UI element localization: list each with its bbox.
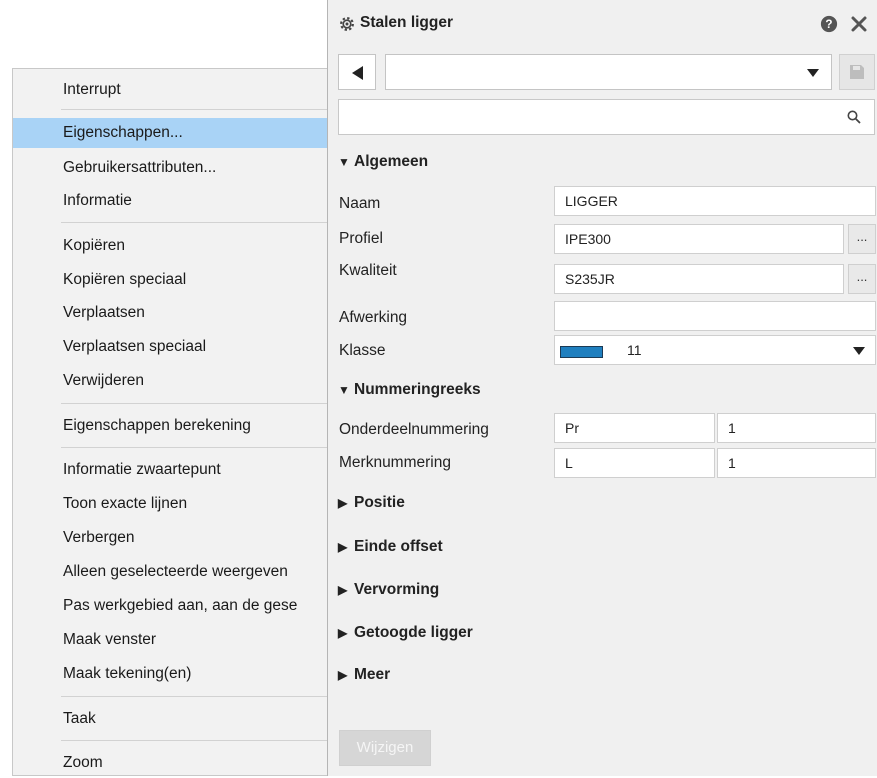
onderdeelnummering-label: Onderdeelnummering — [339, 421, 489, 438]
menu-item-interrupt[interactable]: Interrupt — [13, 75, 341, 105]
menu-separator — [61, 696, 341, 697]
properties-panel: Stalen ligger ? ▼ Algemeen Naam LIGGER P… — [327, 0, 877, 776]
search-field[interactable] — [338, 99, 875, 135]
search-input[interactable] — [345, 106, 839, 130]
apply-button[interactable]: Wijzigen — [339, 730, 431, 766]
klasse-label: Klasse — [339, 342, 386, 359]
section-positie[interactable]: ▶ Positie — [338, 491, 405, 515]
svg-text:?: ? — [825, 18, 832, 31]
menu-separator — [61, 222, 341, 223]
expanded-triangle-icon: ▼ — [338, 155, 350, 169]
help-icon[interactable]: ? — [820, 15, 838, 33]
menu-item-verwijderen[interactable]: Verwijderen — [13, 366, 341, 396]
panel-title: Stalen ligger — [360, 14, 454, 31]
section-label: Algemeen — [354, 153, 429, 170]
onderdeelnummering-start-field[interactable]: 1 — [717, 413, 876, 443]
menu-item-verbergen[interactable]: Verbergen — [13, 523, 341, 553]
section-label: Positie — [354, 494, 405, 511]
merknummering-label: Merknummering — [339, 454, 451, 471]
profiel-field[interactable]: IPE300 — [554, 224, 844, 254]
menu-item-toon-exacte-lijnen[interactable]: Toon exacte lijnen — [13, 489, 341, 519]
merknummering-start-field[interactable]: 1 — [717, 448, 876, 478]
section-einde-offset[interactable]: ▶ Einde offset — [338, 535, 443, 559]
klasse-color-swatch — [560, 346, 603, 358]
menu-item-eigenschappen[interactable]: Eigenschappen... — [13, 118, 341, 148]
menu-separator — [61, 109, 341, 110]
section-label: Meer — [354, 666, 391, 683]
menu-item-gebruikersattributen[interactable]: Gebruikersattributen... — [13, 153, 341, 183]
onderdeelnummering-prefix-field[interactable]: Pr — [554, 413, 715, 443]
naam-field[interactable]: LIGGER — [554, 186, 876, 216]
save-icon — [850, 65, 864, 79]
menu-separator — [61, 740, 341, 741]
menu-separator — [61, 447, 341, 448]
collapsed-triangle-icon: ▶ — [338, 583, 348, 597]
section-label: Einde offset — [354, 538, 443, 555]
close-icon[interactable] — [849, 14, 869, 34]
menu-item-informatie[interactable]: Informatie — [13, 186, 341, 216]
arrow-left-icon — [352, 66, 363, 80]
save-preset-button[interactable] — [839, 54, 875, 90]
chevron-down-icon — [853, 347, 865, 355]
naam-label: Naam — [339, 195, 381, 212]
menu-item-kopieren[interactable]: Kopiëren — [13, 231, 341, 261]
merknummering-prefix-field[interactable]: L — [554, 448, 715, 478]
menu-item-kopieren-speciaal[interactable]: Kopiëren speciaal — [13, 265, 341, 295]
search-icon — [847, 110, 861, 124]
afwerking-label: Afwerking — [339, 309, 408, 326]
section-label: Vervorming — [354, 581, 440, 598]
menu-item-verplaatsen[interactable]: Verplaatsen — [13, 298, 341, 328]
expanded-triangle-icon: ▼ — [338, 383, 350, 397]
menu-item-taak[interactable]: Taak — [13, 704, 341, 734]
klasse-dropdown[interactable]: 11 — [554, 335, 876, 365]
section-label: Nummeringreeks — [354, 381, 481, 398]
gear-icon — [340, 17, 354, 31]
menu-item-zoom[interactable]: Zoom — [13, 748, 341, 778]
menu-item-eigenschappen-berekening[interactable]: Eigenschappen berekening — [13, 411, 341, 441]
menu-item-verplaatsen-speciaal[interactable]: Verplaatsen speciaal — [13, 332, 341, 362]
section-getoogde-ligger[interactable]: ▶ Getoogde ligger — [338, 621, 473, 645]
klasse-value: 11 — [627, 342, 642, 358]
profiel-label: Profiel — [339, 230, 383, 247]
collapsed-triangle-icon: ▶ — [338, 496, 348, 510]
chevron-down-icon — [807, 69, 819, 77]
afwerking-field[interactable] — [554, 301, 876, 331]
menu-item-pas-werkgebied-aan[interactable]: Pas werkgebied aan, aan de gese — [13, 591, 341, 621]
collapsed-triangle-icon: ▶ — [338, 626, 348, 640]
context-menu: Interrupt Eigenschappen... Gebruikersatt… — [12, 68, 342, 776]
section-vervorming[interactable]: ▶ Vervorming — [338, 578, 439, 602]
collapsed-triangle-icon: ▶ — [338, 668, 348, 682]
section-label: Getoogde ligger — [354, 624, 473, 641]
menu-item-alleen-geselecteerde[interactable]: Alleen geselecteerde weergeven — [13, 557, 341, 587]
kwaliteit-field[interactable]: S235JR — [554, 264, 844, 294]
menu-item-informatie-zwaartepunt[interactable]: Informatie zwaartepunt — [13, 455, 341, 485]
menu-item-maak-tekeningen[interactable]: Maak tekening(en) — [13, 659, 341, 689]
section-meer[interactable]: ▶ Meer — [338, 663, 390, 687]
preset-dropdown[interactable] — [385, 54, 832, 90]
panel-title-bar: Stalen ligger ? — [328, 0, 877, 48]
section-algemeen[interactable]: ▼ Algemeen — [338, 150, 428, 174]
kwaliteit-browse-button[interactable]: ... — [848, 264, 876, 294]
back-button[interactable] — [338, 54, 376, 90]
collapsed-triangle-icon: ▶ — [338, 540, 348, 554]
profiel-browse-button[interactable]: ... — [848, 224, 876, 254]
section-nummeringreeks[interactable]: ▼ Nummeringreeks — [338, 378, 481, 402]
kwaliteit-label: Kwaliteit — [339, 262, 397, 279]
menu-item-maak-venster[interactable]: Maak venster — [13, 625, 341, 655]
menu-separator — [61, 403, 341, 404]
